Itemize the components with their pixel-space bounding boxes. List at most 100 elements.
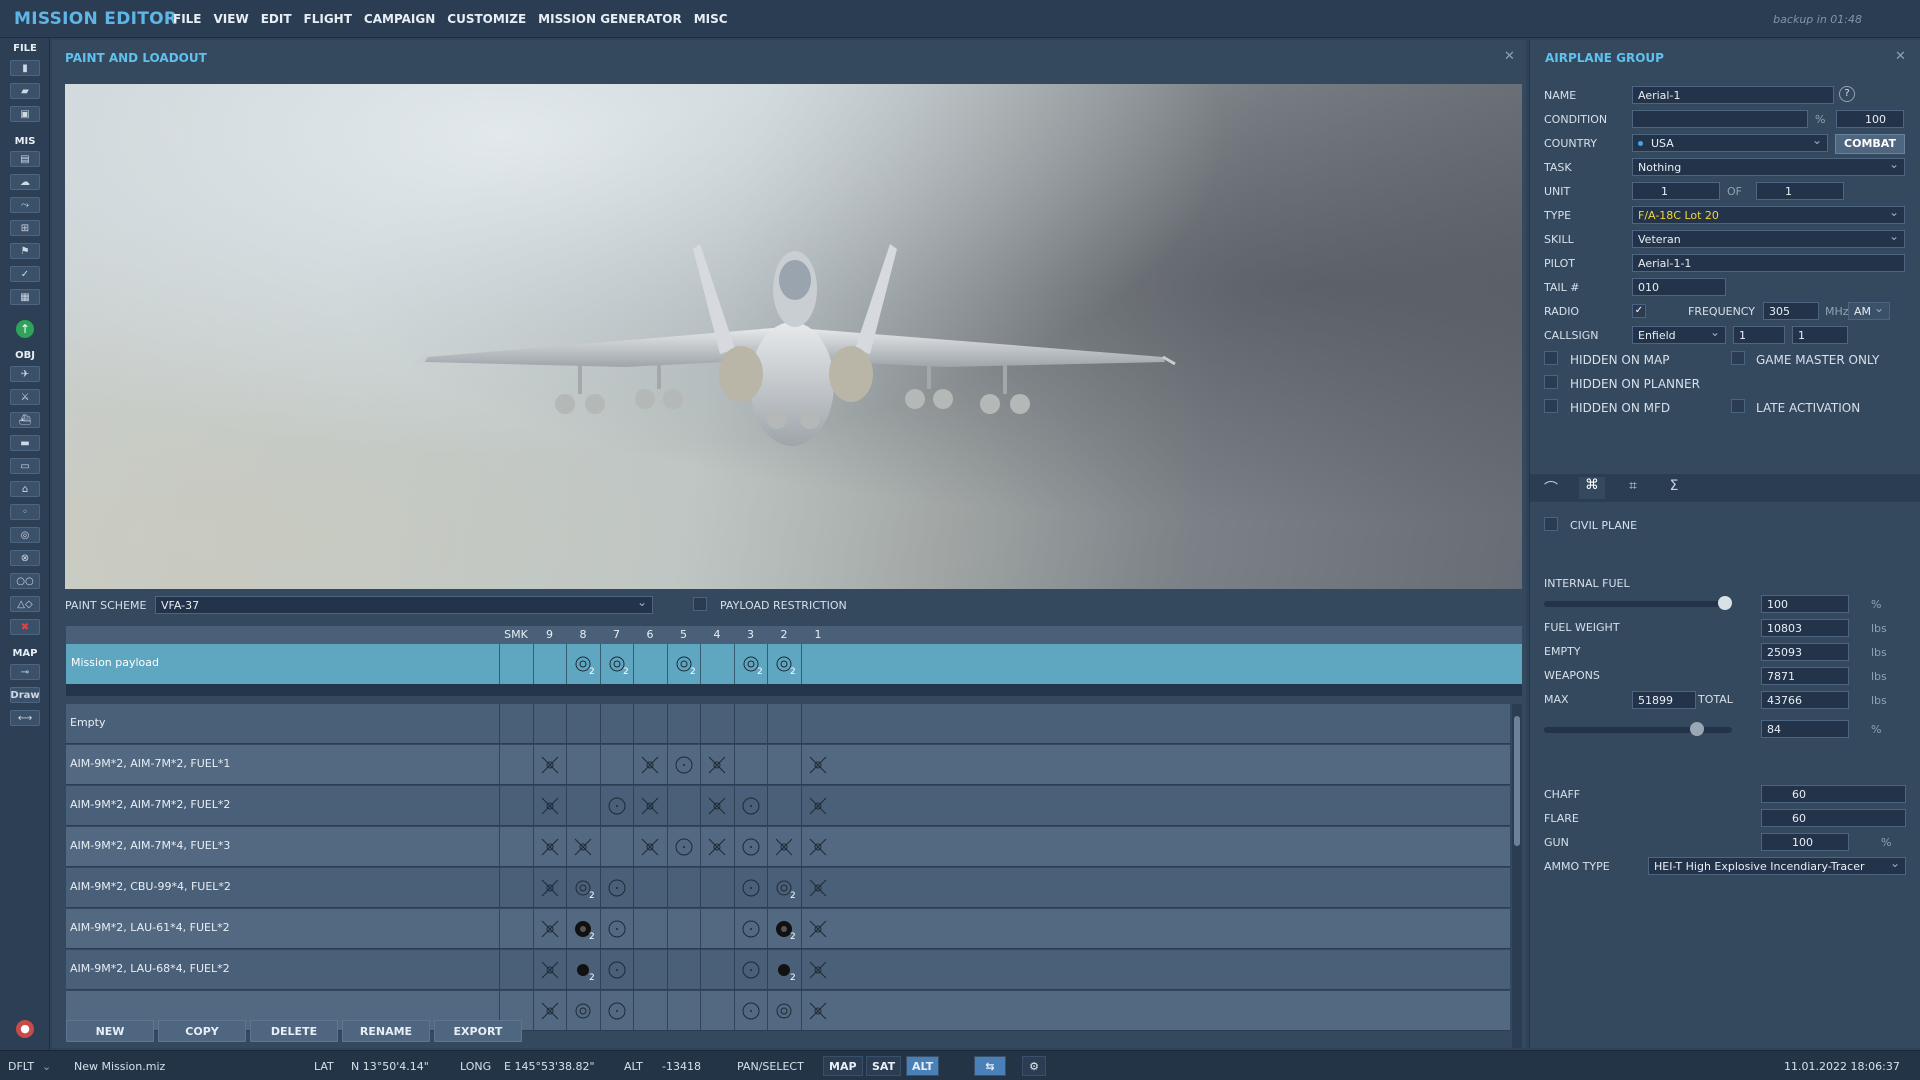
profile-select[interactable]: DFLT xyxy=(8,1060,34,1073)
pylon-store-icon[interactable] xyxy=(807,836,827,856)
late-activation-checkbox[interactable] xyxy=(1731,399,1745,413)
briefing-icon[interactable]: ▤ xyxy=(10,151,40,167)
pylon-store-icon[interactable] xyxy=(539,918,559,938)
menu-edit[interactable]: EDIT xyxy=(261,12,292,26)
pan-select-mode[interactable]: PAN/SELECT xyxy=(737,1060,804,1073)
menu-campaign[interactable]: CAMPAIGN xyxy=(364,12,435,26)
hidden-on-planner-checkbox[interactable] xyxy=(1544,375,1558,389)
rename-button[interactable]: RENAME xyxy=(342,1020,430,1042)
pylon-store-icon[interactable]: 2 xyxy=(572,918,595,942)
pylon-store-icon[interactable]: 2 xyxy=(606,653,629,677)
flag-icon[interactable]: ⚑ xyxy=(10,243,40,259)
aircraft-preview[interactable] xyxy=(65,84,1522,589)
copy-button[interactable]: COPY xyxy=(158,1020,246,1042)
vehicle-icon[interactable]: ▬ xyxy=(10,435,40,451)
open-file-icon[interactable]: ▰ xyxy=(10,83,40,99)
game-master-only-checkbox[interactable] xyxy=(1731,351,1745,365)
templates-icon[interactable]: ○○ xyxy=(10,573,40,589)
loadout-row[interactable]: AIM-9M*2, AIM-7M*2, FUEL*2 xyxy=(66,786,1510,826)
nav-point-icon[interactable]: ⊗ xyxy=(10,550,40,566)
pylon-store-icon[interactable] xyxy=(572,1000,592,1020)
menu-view[interactable]: VIEW xyxy=(214,12,249,26)
pylon-store-icon[interactable]: 2 xyxy=(773,918,796,942)
unit-stepper[interactable]: 1 xyxy=(1632,182,1720,200)
internal-fuel-field[interactable]: 100 xyxy=(1761,595,1849,613)
pylon-store-icon[interactable] xyxy=(740,877,760,897)
loadout-row[interactable]: AIM-9M*2, AIM-7M*4, FUEL*3 xyxy=(66,827,1510,867)
payload-restriction-checkbox[interactable] xyxy=(693,597,707,611)
paint-scheme-select[interactable]: VFA-37 xyxy=(155,596,653,614)
pylon-store-icon[interactable] xyxy=(606,877,626,897)
zone-icon[interactable]: ◦ xyxy=(10,504,40,520)
pylon-store-icon[interactable]: 2 xyxy=(673,653,696,677)
alt-view-button[interactable]: ALT xyxy=(906,1056,940,1076)
settings-icon[interactable]: ⚙ xyxy=(1022,1056,1046,1076)
internal-fuel-slider[interactable] xyxy=(1544,596,1732,610)
pylon-store-icon[interactable] xyxy=(807,795,827,815)
scroll-thumb[interactable] xyxy=(1514,716,1520,846)
pylon-store-icon[interactable] xyxy=(539,836,559,856)
loadout-row[interactable]: AIM-9M*2, LAU-68*4, FUEL*2 2 2 xyxy=(66,950,1510,990)
ruler-icon[interactable]: ⟷ xyxy=(10,710,40,726)
pylon-store-icon[interactable] xyxy=(606,1000,626,1020)
skill-select[interactable]: Veteran xyxy=(1632,230,1905,248)
triggers-icon[interactable]: ▦ xyxy=(10,289,40,305)
pylon-store-icon[interactable]: 2 xyxy=(773,653,796,677)
pylon-store-icon[interactable]: 2 xyxy=(773,877,796,901)
task-select[interactable]: Nothing xyxy=(1632,158,1905,176)
chaff-stepper[interactable]: 60 xyxy=(1761,785,1906,803)
flare-stepper[interactable]: 60 xyxy=(1761,809,1906,827)
overlay-toggle-icon[interactable]: ⇆ xyxy=(974,1056,1006,1076)
structure-icon[interactable]: ⌂ xyxy=(10,481,40,497)
callsign-number-1[interactable]: 1 xyxy=(1733,326,1785,344)
combat-button[interactable]: COMBAT xyxy=(1835,134,1905,154)
pylon-store-icon[interactable] xyxy=(740,836,760,856)
civil-plane-checkbox[interactable] xyxy=(1544,517,1558,531)
shapes-icon[interactable]: △◇ xyxy=(10,596,40,612)
pylon-store-icon[interactable] xyxy=(807,754,827,774)
pylon-store-icon[interactable]: 2 xyxy=(572,653,595,677)
new-button[interactable]: NEW xyxy=(66,1020,154,1042)
draw-button[interactable]: Draw xyxy=(10,687,40,703)
pylon-store-icon[interactable] xyxy=(740,795,760,815)
callsign-select[interactable]: Enfield xyxy=(1632,326,1726,344)
mission-payload-row[interactable]: Mission payload 2 2 2 2 2 xyxy=(66,644,1522,684)
unit-total-stepper[interactable]: 1 xyxy=(1756,182,1844,200)
delete-icon[interactable]: ✖ xyxy=(10,619,40,635)
helicopter-icon[interactable]: ⚔ xyxy=(10,389,40,405)
pylon-store-icon[interactable] xyxy=(639,795,659,815)
up-arrow-icon[interactable]: ↑ xyxy=(16,320,34,338)
pylon-store-icon[interactable] xyxy=(639,754,659,774)
tail-field[interactable]: 010 xyxy=(1632,278,1726,296)
pylon-store-icon[interactable]: 2 xyxy=(572,877,595,901)
airplane-icon[interactable]: ✈ xyxy=(10,366,40,382)
loadout-row[interactable]: AIM-9M*2, LAU-61*4, FUEL*2 2 2 xyxy=(66,909,1510,949)
summary-tab-icon[interactable]: Σ xyxy=(1661,478,1687,498)
pylon-store-icon[interactable]: 2 xyxy=(773,959,796,983)
pylon-store-icon[interactable] xyxy=(706,795,726,815)
menu-misc[interactable]: MISC xyxy=(694,12,728,26)
pylon-store-icon[interactable] xyxy=(639,836,659,856)
route-tab-icon[interactable]: ⌒ xyxy=(1538,478,1564,498)
pylon-store-icon[interactable] xyxy=(539,795,559,815)
callsign-number-2[interactable]: 1 xyxy=(1792,326,1848,344)
sat-view-button[interactable]: SAT xyxy=(866,1056,902,1076)
name-field[interactable]: Aerial-1 xyxy=(1632,86,1834,104)
weather-icon[interactable]: ☁ xyxy=(10,174,40,190)
internal-fuel-knob[interactable] xyxy=(1718,596,1732,610)
save-file-icon[interactable]: ▣ xyxy=(10,106,40,122)
menu-mission-generator[interactable]: MISSION GENERATOR xyxy=(538,12,682,26)
record-icon[interactable]: ● xyxy=(16,1020,34,1038)
check-icon[interactable]: ✓ xyxy=(10,266,40,282)
hidden-on-mfd-checkbox[interactable] xyxy=(1544,399,1558,413)
pilot-field[interactable]: Aerial-1-1 xyxy=(1632,254,1905,272)
pylon-store-icon[interactable] xyxy=(673,836,693,856)
pylon-store-icon[interactable] xyxy=(740,1000,760,1020)
pylon-store-icon[interactable] xyxy=(673,754,693,774)
pylon-store-icon[interactable] xyxy=(740,918,760,938)
loadout-row[interactable]: AIM-9M*2, CBU-99*4, FUEL*2 2 2 xyxy=(66,868,1510,908)
condition-stepper[interactable]: 100 xyxy=(1836,110,1904,128)
menu-customize[interactable]: CUSTOMIZE xyxy=(447,12,526,26)
close-group-icon[interactable]: ✕ xyxy=(1895,49,1906,64)
profile-chevron-icon[interactable]: ⌄ xyxy=(42,1060,51,1073)
